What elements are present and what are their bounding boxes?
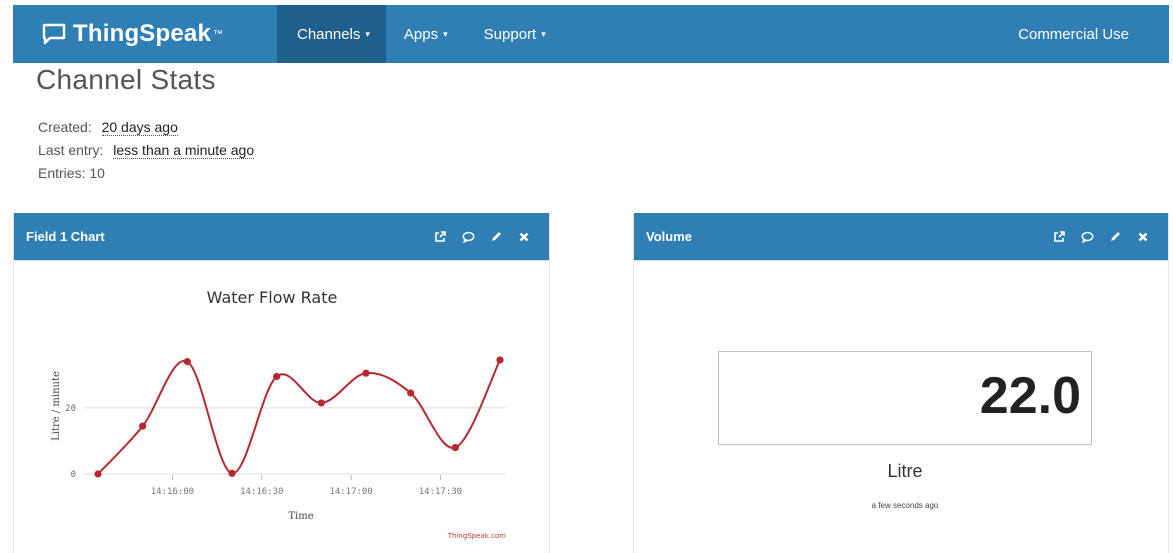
x-tick-label: 14:16:30 (240, 487, 283, 497)
stat-entries: Entries: 10 (38, 165, 105, 181)
stat-created-label: Created: (38, 119, 92, 135)
x-tick-label: 14:16:00 (151, 487, 194, 497)
volume-panel: Volume 22.0 Litre a few seconds ago (633, 213, 1169, 553)
close-icon[interactable] (1136, 230, 1150, 244)
stat-created: Created: 20 days ago (38, 116, 254, 139)
data-point (362, 369, 370, 377)
nav-channels[interactable]: Channels ▾ (277, 5, 386, 63)
pencil-icon[interactable] (489, 230, 503, 244)
nav-support[interactable]: Support ▾ (466, 5, 564, 63)
top-navbar: ThingSpeak ™ Channels ▾ Apps ▾ Support ▾… (13, 5, 1169, 63)
data-point (94, 470, 102, 478)
chevron-down-icon: ▾ (443, 28, 448, 39)
data-point (139, 422, 147, 430)
nav-apps[interactable]: Apps ▾ (386, 5, 466, 63)
pencil-icon[interactable] (1108, 230, 1122, 244)
x-tick-label: 14:17:30 (419, 487, 462, 497)
numeric-unit: Litre (887, 461, 923, 481)
nav-commercial-use[interactable]: Commercial Use (1000, 5, 1147, 63)
panel-header: Volume (634, 213, 1168, 261)
external-link-icon[interactable] (433, 230, 447, 244)
y-axis-label: Litre / minute (51, 371, 62, 441)
x-tick-label: 14:17:00 (329, 487, 372, 497)
line-chart: Water Flow Rate Litre / minute Time Thin… (51, 288, 506, 540)
panel-tools (433, 230, 531, 244)
data-point (407, 389, 415, 397)
chat-bubble-icon (42, 23, 66, 45)
data-point (496, 356, 504, 364)
comment-icon[interactable] (1080, 230, 1094, 244)
series-line (97, 359, 501, 475)
comment-icon[interactable] (461, 230, 475, 244)
chevron-down-icon: ▾ (541, 28, 546, 39)
chart-title: Water Flow Rate (207, 288, 338, 307)
chart-credit-link[interactable]: ThingSpeak.com (447, 532, 506, 540)
panel-tools (1052, 230, 1150, 244)
chevron-down-icon: ▾ (365, 28, 370, 39)
data-point (451, 443, 459, 452)
chart-area: Water Flow Rate Litre / minute Time Thin… (14, 261, 549, 553)
data-point (317, 399, 325, 407)
brand-name: ThingSpeak (73, 20, 212, 47)
numeric-value: 22.0 (979, 367, 1081, 425)
panel-title: Field 1 Chart (26, 229, 105, 244)
widget-area: 22.0 Litre a few seconds ago (634, 261, 1168, 553)
brand-logo[interactable]: ThingSpeak ™ (41, 5, 277, 63)
x-axis-label: Time (288, 511, 313, 522)
stat-created-value: 20 days ago (101, 119, 178, 136)
stat-last-entry-value: less than a minute ago (113, 142, 255, 159)
nav-apps-label: Apps (403, 25, 439, 43)
last-updated: a few seconds ago (871, 501, 939, 510)
field1-chart-panel: Field 1 Chart Water Flow Rate Litre / mi… (13, 213, 550, 553)
panel-header: Field 1 Chart (14, 213, 549, 261)
external-link-icon[interactable] (1052, 230, 1066, 244)
stat-last-entry: Last entry: less than a minute ago (38, 139, 255, 162)
brand-trademark: ™ (213, 28, 224, 40)
data-point (228, 469, 236, 477)
channel-stats: Created: 20 days ago Last entry: less th… (38, 116, 255, 185)
nav-support-label: Support (483, 25, 537, 43)
numeric-display: 22.0 (718, 351, 1092, 445)
data-point (273, 372, 281, 381)
page-title: Channel Stats (36, 64, 216, 95)
tick-layer: 0 20 14:16:00 14:16:30 14:17:00 14:17:30 (65, 404, 462, 497)
panel-title: Volume (646, 229, 692, 244)
series-layer (94, 356, 504, 478)
data-point (183, 358, 191, 366)
y-tick-label: 20 (65, 404, 76, 414)
nav-channels-label: Channels (297, 25, 361, 43)
y-tick-label: 0 (71, 470, 76, 480)
stat-last-entry-label: Last entry: (38, 142, 104, 158)
close-icon[interactable] (517, 230, 531, 244)
